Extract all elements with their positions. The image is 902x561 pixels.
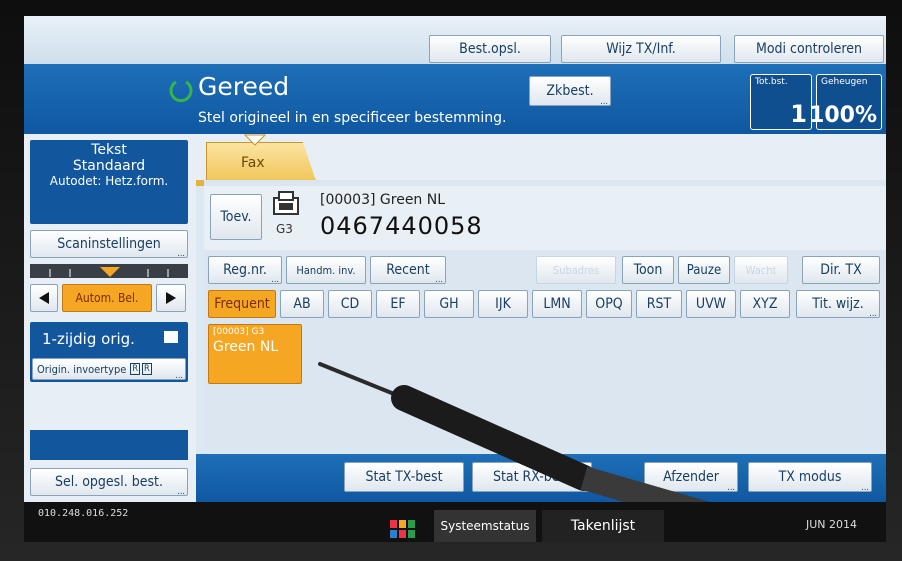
task-list-button[interactable]: Takenlijst [542, 510, 664, 542]
date-label: JUN 2014 [806, 518, 858, 531]
ip-address-label: 010.248.016.252 [38, 508, 129, 519]
touch-screen: Best.opsl. Wijz TX/Inf. Modi controleren… [24, 16, 886, 502]
system-status-button[interactable]: Systeemstatus [434, 510, 536, 542]
stylus-pen-icon [318, 362, 710, 502]
kana-keyboard-icon [390, 520, 418, 538]
